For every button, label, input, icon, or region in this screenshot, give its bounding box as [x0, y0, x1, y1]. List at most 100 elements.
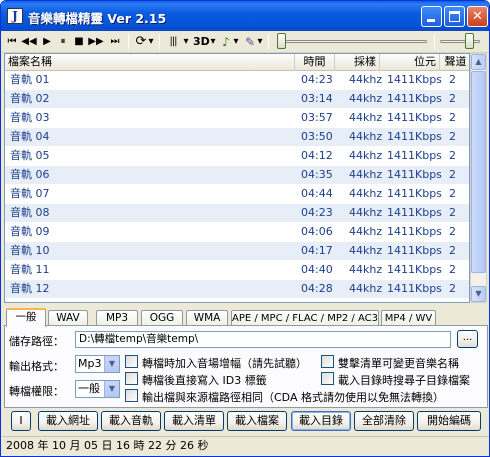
table-row[interactable]: 音軌 01 04:23 44khz 1411Kbps 2: [5, 71, 469, 89]
table-row[interactable]: 音軌 08 04:23 44khz 1411Kbps 2: [5, 204, 469, 222]
rewind-button[interactable]: ◀◀: [21, 33, 37, 51]
tab-mp4-wv[interactable]: MP4 / WV: [381, 310, 436, 326]
music-note-icon[interactable]: ♪: [220, 33, 232, 51]
equalizer-dropdown-icon[interactable]: ▾: [182, 33, 190, 51]
track-channels-cell: 2: [449, 206, 456, 219]
format-label: 輸出格式：: [9, 360, 64, 373]
tab-general[interactable]: 一般: [6, 308, 46, 327]
clear-all-button[interactable]: 全部清除: [354, 411, 414, 431]
track-channels-cell: 2: [449, 263, 456, 276]
format-value: Mp3: [78, 357, 102, 370]
table-row[interactable]: 音軌 05 04:12 44khz 1411Kbps 2: [5, 147, 469, 165]
track-samplerate-cell: 44khz: [349, 92, 383, 105]
volume-slider-thumb[interactable]: [464, 33, 474, 49]
list-header: 檔案名稱 時間 採樣 位元 聲道: [5, 54, 469, 71]
info-button[interactable]: I: [11, 411, 31, 431]
track-bitrate-cell: 1411Kbps: [387, 206, 442, 219]
track-bitrate-cell: 1411Kbps: [387, 92, 442, 105]
last-track-button[interactable]: ⏭: [108, 33, 122, 51]
tab-ape-mpc-flac[interactable]: APE / MPC / FLAC / MP2 / AC3: [231, 310, 379, 326]
column-header-channels[interactable]: 聲道: [440, 54, 469, 71]
option-checkbox-same-path[interactable]: [125, 389, 138, 402]
scroll-up-icon[interactable]: ▲: [471, 54, 486, 70]
tab-ogg[interactable]: OGG: [141, 310, 183, 326]
music-dropdown-icon[interactable]: ▾: [232, 33, 240, 51]
chevron-down-icon[interactable]: ▼: [104, 381, 119, 397]
volume-slider[interactable]: [440, 40, 480, 43]
track-channels-cell: 2: [449, 149, 456, 162]
toolbar-separator: [268, 34, 269, 49]
track-name-cell: 音軌 10: [10, 244, 50, 257]
track-channels-cell: 2: [449, 73, 456, 86]
track-channels-cell: 2: [449, 130, 456, 143]
play-button[interactable]: ▶: [40, 33, 54, 51]
table-row[interactable]: 音軌 04 03:50 44khz 1411Kbps 2: [5, 128, 469, 146]
general-settings-panel: 儲存路徑： D:\轉檔temp\音樂temp\ ... 輸出格式： Mp3 ▼ …: [4, 325, 488, 408]
3d-dropdown-icon[interactable]: ▾: [209, 33, 217, 51]
start-encoding-button[interactable]: 開始編碼: [417, 411, 481, 431]
load-folder-button[interactable]: 載入目錄: [291, 411, 351, 431]
close-button[interactable]: ✕: [467, 6, 488, 27]
table-row[interactable]: 音軌 12 04:28 44khz 1411Kbps 2: [5, 280, 469, 298]
option-label-subdirs: 載入目錄時搜尋子目錄檔案: [338, 374, 470, 387]
option-checkbox-surround[interactable]: [125, 355, 138, 368]
edit-dropdown-icon[interactable]: ▾: [256, 33, 264, 51]
repeat-dropdown-icon[interactable]: ▾: [147, 33, 155, 51]
track-time-cell: 04:23: [301, 206, 333, 219]
table-row[interactable]: 音軌 06 04:35 44khz 1411Kbps 2: [5, 166, 469, 184]
track-time-cell: 04:17: [301, 244, 333, 257]
column-header-samplerate[interactable]: 採樣: [335, 54, 380, 71]
table-row[interactable]: 音軌 10 04:17 44khz 1411Kbps 2: [5, 242, 469, 260]
track-time-cell: 04:23: [301, 73, 333, 86]
stop-button[interactable]: ■: [72, 33, 86, 51]
table-row[interactable]: 音軌 07 04:44 44khz 1411Kbps 2: [5, 185, 469, 203]
chevron-down-icon[interactable]: ▼: [104, 356, 119, 372]
table-row[interactable]: 音軌 02 03:14 44khz 1411Kbps 2: [5, 90, 469, 108]
track-name-cell: 音軌 12: [10, 282, 50, 295]
list-scrollbar[interactable]: ▲ ▼: [470, 53, 487, 303]
tab-wav[interactable]: WAV: [48, 310, 88, 326]
option-checkbox-rename[interactable]: [321, 355, 334, 368]
column-header-name[interactable]: 檔案名稱: [5, 54, 295, 71]
column-header-time[interactable]: 時間: [295, 54, 335, 71]
track-list[interactable]: 檔案名稱 時間 採樣 位元 聲道 音軌 01 04:23 44khz 1411Kbps…: [4, 53, 470, 303]
pause-button[interactable]: ⏸: [56, 33, 70, 51]
track-channels-cell: 2: [449, 168, 456, 181]
edit-icon[interactable]: ✎: [243, 33, 257, 51]
title-bar[interactable]: J 音樂轉檔精靈 Ver 2.15 ✕: [1, 1, 489, 31]
toolbar-separator: [159, 34, 160, 49]
minimize-button[interactable]: [421, 6, 442, 27]
load-files-button[interactable]: 載入檔案: [227, 411, 287, 431]
table-row[interactable]: 音軌 11 04:40 44khz 1411Kbps 2: [5, 261, 469, 279]
table-row[interactable]: 音軌 03 03:57 44khz 1411Kbps 2: [5, 109, 469, 127]
first-track-button[interactable]: ⏮: [5, 33, 19, 51]
forward-button[interactable]: ▶▶: [88, 33, 104, 51]
scroll-down-icon[interactable]: ▼: [471, 286, 486, 302]
scroll-thumb[interactable]: [471, 71, 486, 273]
output-path-field[interactable]: D:\轉檔temp\音樂temp\: [75, 331, 451, 348]
option-checkbox-id3[interactable]: [125, 372, 138, 385]
maximize-button[interactable]: [444, 6, 465, 27]
track-bitrate-cell: 1411Kbps: [387, 263, 442, 276]
table-row[interactable]: 音軌 09 04:06 44khz 1411Kbps 2: [5, 223, 469, 241]
3d-effect-button[interactable]: 3D: [193, 33, 210, 51]
position-slider-thumb[interactable]: [277, 33, 286, 49]
priority-select[interactable]: 一般 ▼: [75, 380, 120, 398]
track-bitrate-cell: 1411Kbps: [387, 225, 442, 238]
tab-wma[interactable]: WMA: [186, 310, 228, 326]
load-cd-tracks-button[interactable]: 載入音軌: [101, 411, 161, 431]
browse-button[interactable]: ...: [457, 330, 478, 348]
repeat-icon[interactable]: ⟳: [134, 33, 148, 51]
column-header-bitrate[interactable]: 位元: [380, 54, 440, 71]
track-channels-cell: 2: [449, 244, 456, 257]
format-select[interactable]: Mp3 ▼: [75, 355, 120, 373]
load-playlist-button[interactable]: 載入清單: [164, 411, 224, 431]
load-url-button[interactable]: 載入網址: [38, 411, 98, 431]
tab-mp3[interactable]: MP3: [96, 310, 138, 326]
option-checkbox-subdirs[interactable]: [321, 372, 334, 385]
track-bitrate-cell: 1411Kbps: [387, 149, 442, 162]
equalizer-icon[interactable]: |||: [164, 33, 182, 51]
position-slider[interactable]: [277, 40, 427, 43]
track-bitrate-cell: 1411Kbps: [387, 130, 442, 143]
track-time-cell: 04:40: [301, 263, 333, 276]
